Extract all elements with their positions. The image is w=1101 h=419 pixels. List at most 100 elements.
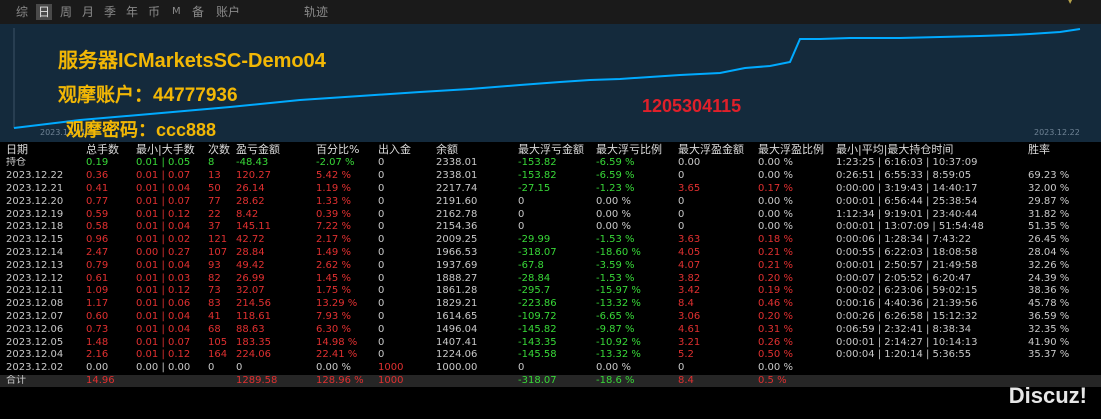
table-cell: 0.21 % [758,259,793,271]
table-cell: 2.17 % [316,234,351,246]
table-row[interactable]: 2023.12.20 0.77 0.01 | 0.07 77 28.62 1.33 % 0 2… [0,195,1101,208]
table-cell: 1496.04 [436,323,478,335]
table-cell: -13.32 % [596,349,641,361]
tab-year[interactable]: 年 [124,4,140,20]
table-cell: 0.00 % [758,221,793,233]
table-row[interactable]: 2023.12.18 0.58 0.01 | 0.04 37 145.11 7.22 % 0… [0,221,1101,234]
table-cell: 0.01 | 0.12 [136,285,191,297]
col-header[interactable]: 出入金 [372,142,430,157]
col-header[interactable]: 最小|平均|最大持仓时间 [830,142,1022,157]
table-cell: 0 [678,362,685,374]
table-row[interactable]: 2023.12.11 1.09 0.01 | 0.12 73 32.07 1.75 % 0 1… [0,285,1101,298]
balance-curve-chart: 2023.12.01 2023.12.22 服务器ICMarketsSC-Dem… [0,24,1101,142]
table-row[interactable]: 2023.12.06 0.73 0.01 | 0.04 68 88.63 6.30 % 0 1… [0,323,1101,336]
table-cell: 105 [208,336,228,348]
table-row[interactable]: 2023.12.02 0.00 0.00 | 0.00 0 0 0.00 % 1000 100… [0,362,1101,375]
table-row[interactable]: 2023.12.14 2.47 0.00 | 0.27 107 28.84 1.49 % 0… [0,247,1101,260]
tab-account[interactable]: 账户 [214,4,242,20]
table-cell: -27.15 [518,182,551,194]
table-cell: 0.01 | 0.07 [136,336,191,348]
table-cell: 0 [378,323,385,335]
table-row[interactable]: 2023.12.22 0.36 0.01 | 0.07 13 120.27 5.42 % 0… [0,170,1101,183]
table-cell [1022,362,1101,375]
tab-currency[interactable]: 币 [146,4,162,20]
tab-magic[interactable]: M [170,4,183,20]
col-header[interactable]: 余额 [430,142,512,157]
table-cell: 0.58 [86,221,109,233]
col-header[interactable]: 百分比% [310,142,372,157]
table-row[interactable]: 2023.12.05 1.48 0.01 | 0.07 105 183.35 14.98 … [0,336,1101,349]
table-header-row: 日期 总手数 最小|大手数 次数 盈亏金额 百分比% 出入金 余额 最大浮亏金额… [0,142,1101,157]
table-cell: -1.53 % [596,272,635,284]
table-cell: 0 [378,298,385,310]
table-cell: 0.19 [86,157,109,169]
col-header[interactable]: 最大浮盈比例 [752,142,830,157]
table-cell: 50 [208,182,221,194]
col-header[interactable]: 盈亏金额 [230,142,310,157]
table-row[interactable]: 2023.12.15 0.96 0.01 | 0.02 121 42.72 2.17 % 0… [0,234,1101,247]
table-cell: 1829.21 [436,298,478,310]
table-cell: 2217.74 [436,182,478,194]
table-cell: 0 [378,182,385,194]
account-watermark: 观摩账户：44777936 [58,85,238,106]
table-cell: 68 [208,323,221,335]
table-row[interactable]: 2023.12.21 0.41 0.01 | 0.04 50 26.14 1.19 % 0 2… [0,183,1101,196]
table-cell: 1224.06 [436,349,478,361]
table-cell: 1:12:34 | 9:19:01 | 23:40:44 [836,208,978,220]
table-row[interactable]: 2023.12.19 0.59 0.01 | 0.12 22 8.42 0.39 % 0 21… [0,208,1101,221]
table-cell: 183.35 [236,336,271,348]
table-cell: 1.48 [86,336,109,348]
table-cell: -28.84 [518,272,551,284]
table-cell: 0.01 | 0.02 [136,234,191,246]
tab-notes[interactable]: 备 [190,4,206,20]
table-cell: 0.01 | 0.06 [136,298,191,310]
table-cell: 2023.12.22 [6,170,64,182]
table-cell: 0.73 [86,323,109,335]
table-cell: 2023.12.07 [6,310,64,322]
tab-summary[interactable]: 综 [14,4,30,20]
table-cell: 0.61 [86,272,109,284]
table-cell: 13 [208,170,221,182]
position-row[interactable]: 持仓 0.19 0.01 | 0.05 8 -48.43 -2.07 % 0 2338.01 -… [0,157,1101,170]
tab-day[interactable]: 日 [36,4,53,20]
table-cell: 0 [518,195,525,207]
col-header[interactable]: 最大浮盈金额 [672,142,752,157]
total-row[interactable]: 合计 14.96 1289.58 128.96 % 1000 -318.07 -18.6 %… [0,374,1101,388]
table-cell: -145.58 [518,349,557,361]
table-row[interactable]: 2023.12.04 2.16 0.01 | 0.12 164 224.06 22.41 … [0,349,1101,362]
table-row[interactable]: 2023.12.08 1.17 0.01 | 0.06 83 214.56 13.29 %… [0,298,1101,311]
tab-quarter[interactable]: 季 [102,4,118,20]
col-header[interactable]: 最小|大手数 [130,142,202,157]
tab-trajectory[interactable]: 轨迹 [302,4,330,20]
col-header[interactable]: 总手数 [80,142,130,157]
col-header[interactable]: 最大浮亏金额 [512,142,590,157]
table-cell: 6.30 % [316,323,351,335]
table-cell: 14.96 [86,374,115,386]
table-cell: 0 [378,157,385,169]
table-cell: 0:06:59 | 2:32:41 | 8:38:34 [836,323,972,335]
table-cell: 持仓 [6,157,26,169]
table-cell: 1861.28 [436,285,478,297]
col-header[interactable]: 胜率 [1022,142,1101,157]
table-cell: 2023.12.02 [6,362,64,374]
table-cell: 164 [208,349,228,361]
col-header[interactable]: 日期 [0,142,80,157]
table-cell [830,362,1022,375]
table-row[interactable]: 2023.12.07 0.60 0.01 | 0.04 41 118.61 7.93 % 0… [0,311,1101,324]
col-header[interactable]: 次数 [202,142,230,157]
table-cell: -18.60 % [596,246,641,258]
table-cell: 5.2 [678,349,694,361]
table-row[interactable]: 2023.12.13 0.79 0.01 | 0.04 93 49.42 2.62 % 0 1… [0,259,1101,272]
table-cell: -15.97 % [596,285,641,297]
table-cell: 38.36 % [1028,285,1070,297]
table-cell: -1.23 % [596,182,635,194]
tab-week[interactable]: 周 [58,4,74,20]
table-cell: -223.86 [518,298,557,310]
table-cell: -13.32 % [596,298,641,310]
table-cell: 0.19 % [758,285,793,297]
table-row[interactable]: 2023.12.12 0.61 0.01 | 0.03 82 26.99 1.45 % 0 1… [0,272,1101,285]
table-cell: 2023.12.05 [6,336,64,348]
tab-month[interactable]: 月 [80,4,96,20]
col-header[interactable]: 最大浮亏比例 [590,142,672,157]
table-cell: 128.96 % [316,374,364,386]
